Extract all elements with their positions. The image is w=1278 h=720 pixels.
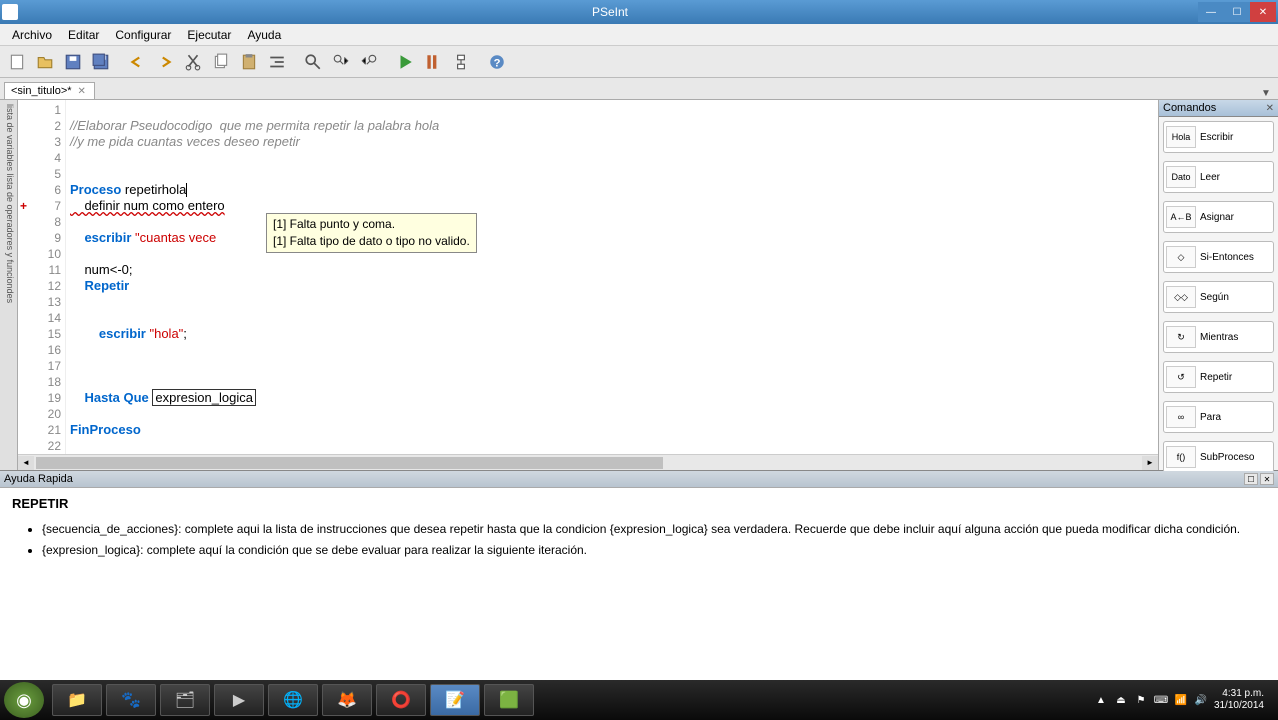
taskbar-camtasia-icon[interactable]: 🟩	[484, 684, 534, 716]
cmd-subproceso[interactable]: f()SubProceso	[1163, 441, 1274, 473]
minimize-button[interactable]: —	[1198, 2, 1224, 22]
repetir-icon: ↺	[1166, 366, 1196, 388]
menu-ejecutar[interactable]: Ejecutar	[179, 26, 239, 44]
error-marker-icon[interactable]: +	[20, 198, 27, 214]
scroll-right-icon[interactable]: ►	[1142, 456, 1158, 470]
leer-icon: Dato	[1166, 166, 1196, 188]
search-prev-icon[interactable]	[356, 49, 382, 75]
save-icon[interactable]	[60, 49, 86, 75]
cmd-sientonces[interactable]: ◇Si-Entonces	[1163, 241, 1274, 273]
tab-bar: <sin_titulo>* ✕ ▼	[0, 78, 1278, 100]
tray-keyboard-icon[interactable]: ⌨	[1154, 693, 1168, 707]
taskbar-chrome-icon[interactable]: ⭕	[376, 684, 426, 716]
step-icon[interactable]	[420, 49, 446, 75]
subproceso-icon: f()	[1166, 446, 1196, 468]
help-heading: REPETIR	[12, 496, 1266, 511]
search-icon[interactable]	[300, 49, 326, 75]
scroll-left-icon[interactable]: ◄	[18, 456, 34, 470]
left-sidebar-strip[interactable]: lista de variables lista de operadores y…	[0, 100, 18, 470]
segun-icon: ◇◇	[1166, 286, 1196, 308]
line-gutter: 1 2 3 4 5 6 +7 8 9 10 11 12 13 14 15 16 …	[18, 100, 66, 454]
cmd-segun[interactable]: ◇◇Según	[1163, 281, 1274, 313]
code-editor[interactable]: 1 2 3 4 5 6 +7 8 9 10 11 12 13 14 15 16 …	[18, 100, 1158, 454]
tray-network-icon[interactable]: 📶	[1174, 693, 1188, 707]
scroll-thumb[interactable]	[36, 457, 663, 469]
cmd-asignar[interactable]: A←BAsignar	[1163, 201, 1274, 233]
app-icon	[2, 4, 18, 20]
tab-close-icon[interactable]: ✕	[76, 86, 88, 97]
indent-icon[interactable]	[264, 49, 290, 75]
taskbar-explorer-icon[interactable]: 📁	[52, 684, 102, 716]
menu-configurar[interactable]: Configurar	[107, 26, 179, 44]
help-panel: Ayuda Rapida ☐ ✕ REPETIR {secuencia_de_a…	[0, 470, 1278, 680]
commands-close-icon[interactable]: ✕	[1266, 103, 1274, 114]
tab-dropdown-icon[interactable]: ▼	[1258, 88, 1274, 99]
svg-text:?: ?	[494, 57, 501, 69]
taskbar-ie-icon[interactable]: 🌐	[268, 684, 318, 716]
cmd-escribir[interactable]: HolaEscribir	[1163, 121, 1274, 153]
help-icon[interactable]: ?	[484, 49, 510, 75]
close-button[interactable]: ✕	[1250, 2, 1276, 22]
help-bullet-1: {secuencia_de_acciones}: complete aqui l…	[42, 521, 1266, 538]
cmd-para[interactable]: ∞Para	[1163, 401, 1274, 433]
window-title: PSeInt	[22, 5, 1198, 19]
cmd-mientras[interactable]: ↻Mientras	[1163, 321, 1274, 353]
undo-icon[interactable]	[124, 49, 150, 75]
menu-ayuda[interactable]: Ayuda	[239, 26, 289, 44]
saveas-icon[interactable]	[88, 49, 114, 75]
redo-icon[interactable]	[152, 49, 178, 75]
tray-safely-remove-icon[interactable]: ⏏	[1114, 693, 1128, 707]
help-close-icon[interactable]: ✕	[1260, 473, 1274, 485]
commands-panel-title: Comandos ✕	[1159, 100, 1278, 117]
help-content: REPETIR {secuencia_de_acciones}: complet…	[0, 488, 1278, 680]
windows-taskbar: ◉ 📁 🐾 🗂 ▶ 🌐 🦊 ⭕ 📝 🟩 ▲ ⏏ ⚑ ⌨ 📶 🔊 4:31 p.m…	[0, 680, 1278, 720]
maximize-button[interactable]: ☐	[1224, 2, 1250, 22]
tray-action-center-icon[interactable]: ⚑	[1134, 693, 1148, 707]
search-next-icon[interactable]	[328, 49, 354, 75]
editor-hscrollbar[interactable]: ◄ ►	[18, 454, 1158, 470]
cut-icon[interactable]	[180, 49, 206, 75]
open-icon[interactable]	[32, 49, 58, 75]
error-tooltip: [1] Falta punto y coma. [1] Falta tipo d…	[266, 213, 477, 253]
text-cursor	[186, 183, 187, 197]
run-icon[interactable]	[392, 49, 418, 75]
copy-icon[interactable]	[208, 49, 234, 75]
help-bullet-2: {expresion_logica}: complete aquí la con…	[42, 542, 1266, 559]
tray-up-icon[interactable]: ▲	[1094, 693, 1108, 707]
taskbar-firefox-icon[interactable]: 🦊	[322, 684, 372, 716]
taskbar-folder-icon[interactable]: 🗂	[160, 684, 210, 716]
menu-archivo[interactable]: Archivo	[4, 26, 60, 44]
code-content[interactable]: //Elaborar Pseudocodigo que me permita r…	[66, 100, 1158, 454]
taskbar-media-icon[interactable]: ▶	[214, 684, 264, 716]
start-button[interactable]: ◉	[4, 682, 44, 718]
menu-editar[interactable]: Editar	[60, 26, 107, 44]
asignar-icon: A←B	[1166, 206, 1196, 228]
tab-untitled[interactable]: <sin_titulo>* ✕	[4, 82, 95, 99]
new-icon[interactable]	[4, 49, 30, 75]
help-panel-title: Ayuda Rapida ☐ ✕	[0, 471, 1278, 488]
taskbar-pseint-icon[interactable]: 📝	[430, 684, 480, 716]
flowchart-icon[interactable]	[448, 49, 474, 75]
taskbar-app-icon[interactable]: 🐾	[106, 684, 156, 716]
tray-volume-icon[interactable]: 🔊	[1194, 693, 1208, 707]
toolbar: ?	[0, 46, 1278, 78]
menubar: Archivo Editar Configurar Ejecutar Ayuda	[0, 24, 1278, 46]
mientras-icon: ↻	[1166, 326, 1196, 348]
commands-panel: Comandos ✕ HolaEscribir DatoLeer A←BAsig…	[1158, 100, 1278, 470]
para-icon: ∞	[1166, 406, 1196, 428]
tab-label: <sin_titulo>*	[11, 85, 72, 97]
help-restore-icon[interactable]: ☐	[1244, 473, 1258, 485]
window-titlebar: PSeInt — ☐ ✕	[0, 0, 1278, 24]
paste-icon[interactable]	[236, 49, 262, 75]
sientonces-icon: ◇	[1166, 246, 1196, 268]
cmd-repetir[interactable]: ↺Repetir	[1163, 361, 1274, 393]
placeholder-expresion-logica[interactable]: expresion_logica	[152, 389, 256, 406]
system-tray: ▲ ⏏ ⚑ ⌨ 📶 🔊 4:31 p.m. 31/10/2014	[1094, 688, 1274, 712]
tray-clock[interactable]: 4:31 p.m. 31/10/2014	[1214, 688, 1264, 712]
cmd-leer[interactable]: DatoLeer	[1163, 161, 1274, 193]
escribir-icon: Hola	[1166, 126, 1196, 148]
